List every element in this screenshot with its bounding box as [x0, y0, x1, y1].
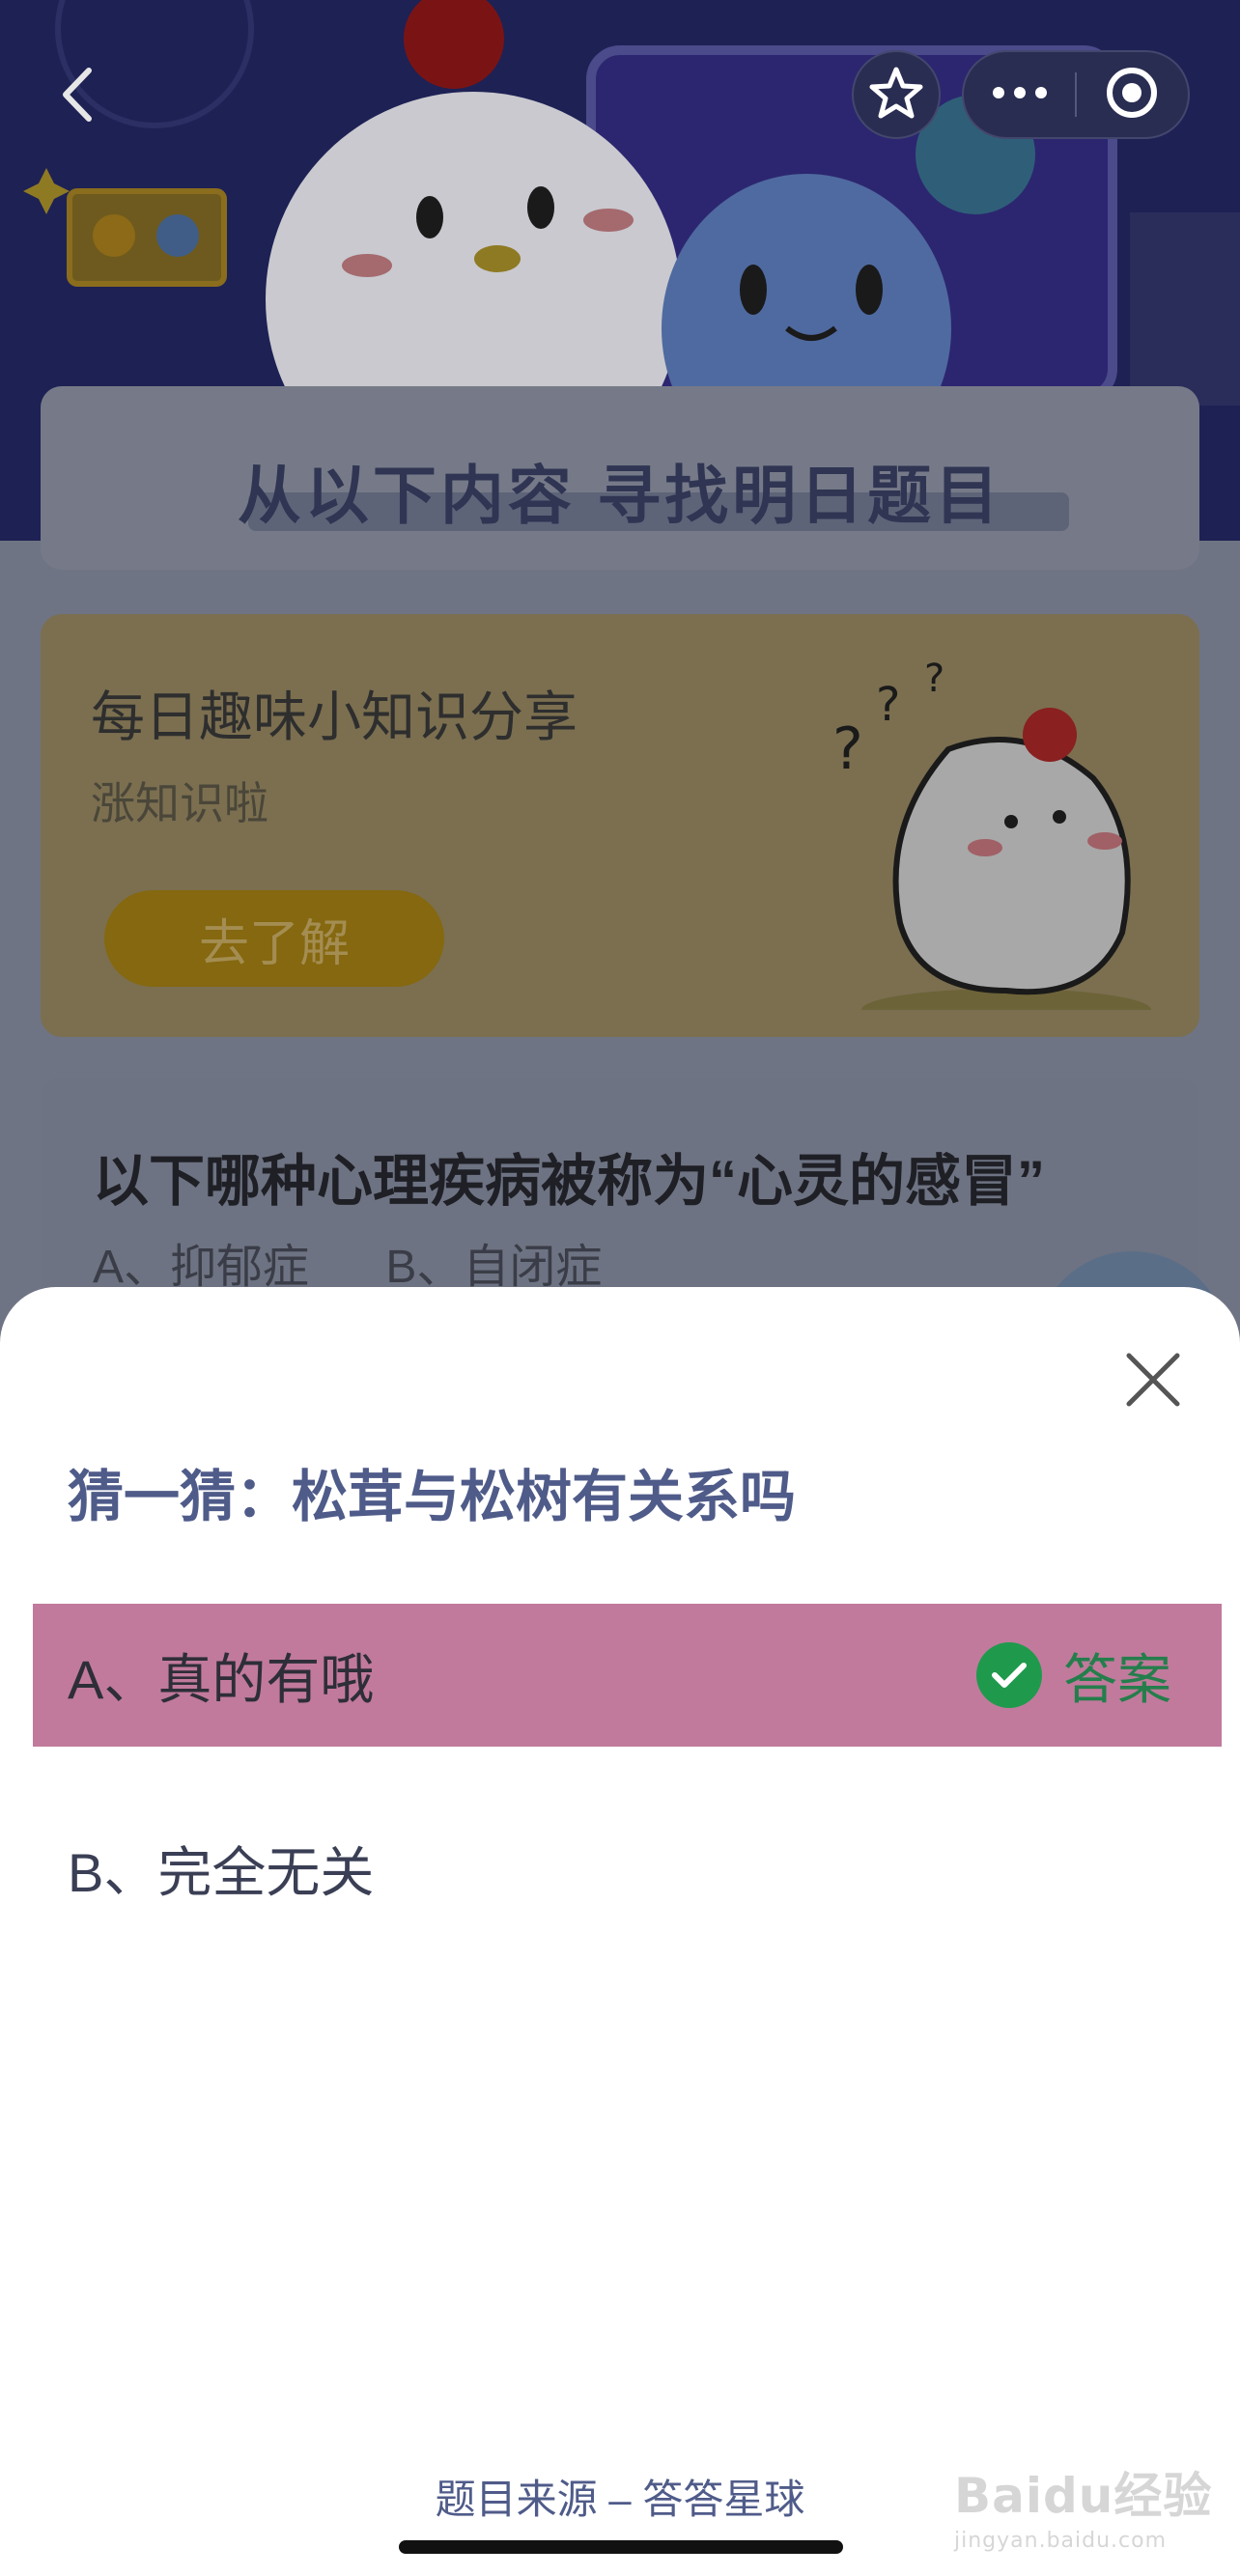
background-page: 从以下内容 寻找明日题目 每日趣味小知识分享 涨知识啦 去了解 ? ? ? 以下…	[0, 0, 1240, 1352]
star-icon	[868, 66, 924, 125]
watermark-sub-text: jingyan.baidu.com	[954, 2529, 1168, 2553]
svg-text:?: ?	[876, 678, 900, 732]
check-circle-icon	[976, 1642, 1042, 1708]
answer-tag: 答案	[976, 1604, 1171, 1747]
svg-text:?: ?	[924, 657, 944, 701]
quiz-card-option[interactable]: A、抑郁症	[93, 1242, 309, 1293]
option-b-label: B、完全无关	[68, 1841, 375, 1903]
quiz-card-option[interactable]: B、自闭症	[385, 1242, 602, 1293]
favorite-button[interactable]	[852, 50, 941, 139]
option-b[interactable]: B、完全无关	[33, 1797, 1222, 1940]
more-icon	[991, 86, 1049, 104]
svg-text:?: ?	[832, 715, 863, 783]
close-button[interactable]	[1118, 1347, 1188, 1416]
section-header-title: 从以下内容 寻找明日题目	[237, 460, 1003, 531]
mini-program-capsule	[962, 50, 1190, 139]
option-a[interactable]: A、真的有哦 答案	[33, 1604, 1222, 1747]
baidu-watermark: Baidu经验 jingyan.baidu.com	[954, 2457, 1215, 2563]
answer-tag-label: 答案	[1063, 1648, 1171, 1710]
back-icon[interactable]	[56, 66, 99, 124]
more-button[interactable]	[964, 52, 1075, 137]
close-icon	[1125, 1352, 1181, 1413]
promo-card-subtitle: 涨知识啦	[91, 778, 268, 828]
learn-more-button[interactable]: 去了解	[104, 890, 444, 987]
quiz-card-options: A、抑郁症 B、自闭症	[93, 1228, 665, 1296]
section-header: 从以下内容 寻找明日题目	[41, 386, 1199, 570]
question-title: 猜一猜：松茸与松树有关系吗	[68, 1466, 797, 1528]
quiz-card-question: 以下哪种心理疾病被称为“心灵的感冒”	[93, 1150, 1046, 1213]
promo-card[interactable]: 每日趣味小知识分享 涨知识啦 去了解 ? ? ?	[41, 614, 1199, 1037]
home-indicator[interactable]	[399, 2540, 843, 2554]
exit-button[interactable]	[1077, 52, 1188, 137]
option-a-label: A、真的有哦	[68, 1648, 375, 1710]
record-icon	[1105, 66, 1159, 125]
mascot-thinking-illustration: ? ? ?	[832, 657, 1151, 1010]
watermark-main-text: Baidu经验	[954, 2468, 1213, 2524]
promo-card-title: 每日趣味小知识分享	[91, 686, 578, 747]
answer-bottom-sheet: 猜一猜：松茸与松树有关系吗 A、真的有哦 答案 B、完全无关 题目来源 – 答答…	[0, 1287, 1240, 2576]
